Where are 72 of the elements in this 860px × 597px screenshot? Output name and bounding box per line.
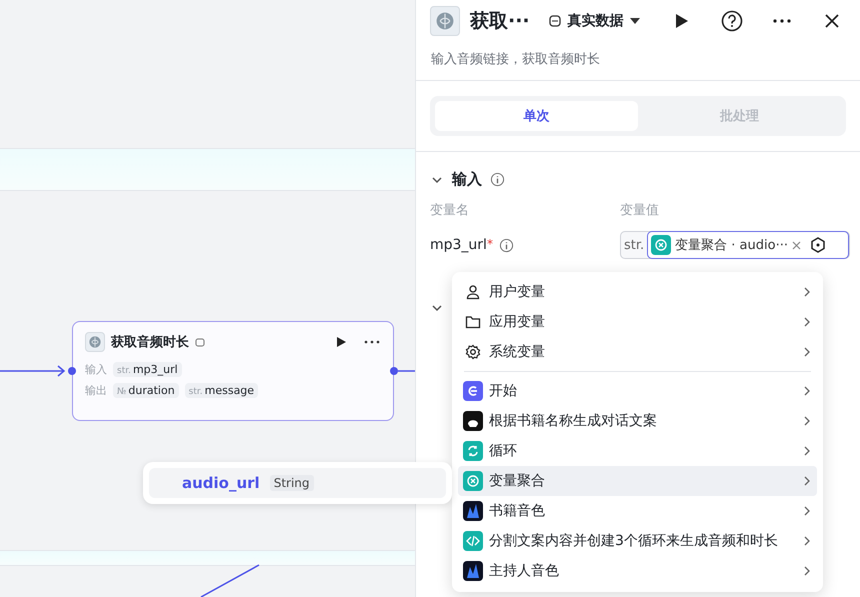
menu-item[interactable]: 根据书籍名称生成对话文案 [458,406,817,436]
menu-item-label: 分割文案内容并创建3个循环来生成音频和时长 [489,532,779,550]
chevron-right-icon [802,415,812,427]
chevron-right-icon [802,445,812,457]
workflow-node[interactable]: 获取音频时长 输入 str. mp3_url 输出 № duration str. message [72,321,394,421]
menu-item[interactable]: 开始 [458,376,817,406]
caret-icon [630,17,640,25]
more-icon [772,18,792,24]
menu-item[interactable]: 分割文案内容并创建3个循环来生成音频和时长 [458,526,817,556]
connector-line [398,370,415,372]
menu-item[interactable]: 应用变量 [458,307,817,337]
panel-title: 获取··· [470,9,530,34]
type-label: str. [623,238,646,252]
clear-icon[interactable] [792,240,801,250]
node-title: 获取音频时长 [111,334,189,351]
mode-tab[interactable]: 单次 [435,101,638,131]
menu-item[interactable]: 书籍音色 [458,496,817,526]
menu-item-label: 用户变量 [489,283,546,301]
menu-item[interactable]: 变量聚合 [458,466,817,496]
data-mode-dropdown[interactable]: 真实数据 [548,12,640,30]
info-icon [490,172,505,187]
chevron-right-icon [802,505,812,517]
chevron-right-icon [802,565,812,577]
info-icon [498,238,514,252]
chevron-right-icon [802,346,812,358]
column-header: 变量值 [620,202,660,219]
variable-value-field[interactable]: str. 变量聚合 · audio··· [620,231,850,259]
chevron-right-icon [802,535,812,547]
menu-item-label: 系统变量 [489,343,546,361]
param-name: mp3_url* [430,237,620,253]
menu-item[interactable]: 用户变量 [458,277,817,307]
type-tag: String [270,475,314,491]
folder-icon [465,314,481,330]
menu-item-label: 循环 [489,442,518,460]
input-label: 输入 [85,362,107,377]
output-label: 输出 [85,383,107,398]
store-icon [548,14,562,28]
param-tag: str. message [184,383,258,398]
variable-reference: 变量聚合 · audio··· [675,237,788,254]
menu-item[interactable]: 系统变量 [458,337,817,367]
chevron-right-icon [802,316,812,328]
menu-item-label: 开始 [489,382,518,400]
menu-item-label: 根据书籍名称生成对话文案 [489,412,658,430]
node-port[interactable] [68,367,76,375]
param-tag: str. mp3_url [113,362,182,377]
column-header: 变量名 [430,202,470,219]
close-icon [824,13,840,29]
node-description: 输入音频链接，获取音频时长 [416,38,860,81]
section-title: 输入 [452,170,482,189]
target-icon[interactable] [808,236,827,254]
menu-item-label: 主持人音色 [489,562,560,580]
chevron-right-icon [802,385,812,397]
aggregate-icon [651,235,672,255]
param-tag: № duration [113,383,179,398]
drag-chip[interactable]: audio_url String [143,462,452,504]
menu-item-label: 应用变量 [489,313,546,331]
play-icon[interactable] [335,336,347,348]
node-port[interactable] [390,367,398,375]
variable-name: audio_url [182,474,260,492]
settings-icon [465,344,481,360]
connector-line [200,564,260,597]
help-icon [721,10,743,32]
store-icon [195,337,205,347]
play-icon [675,13,689,29]
menu-item-label: 变量聚合 [489,472,546,490]
menu-item[interactable]: 主持人音色 [458,556,817,586]
required-mark: * [486,237,493,251]
menu-item[interactable]: 循环 [458,436,817,466]
chevron-right-icon [802,475,812,487]
chevron-right-icon [802,286,812,298]
menu-item-label: 书籍音色 [489,502,546,520]
person-icon [465,284,481,300]
